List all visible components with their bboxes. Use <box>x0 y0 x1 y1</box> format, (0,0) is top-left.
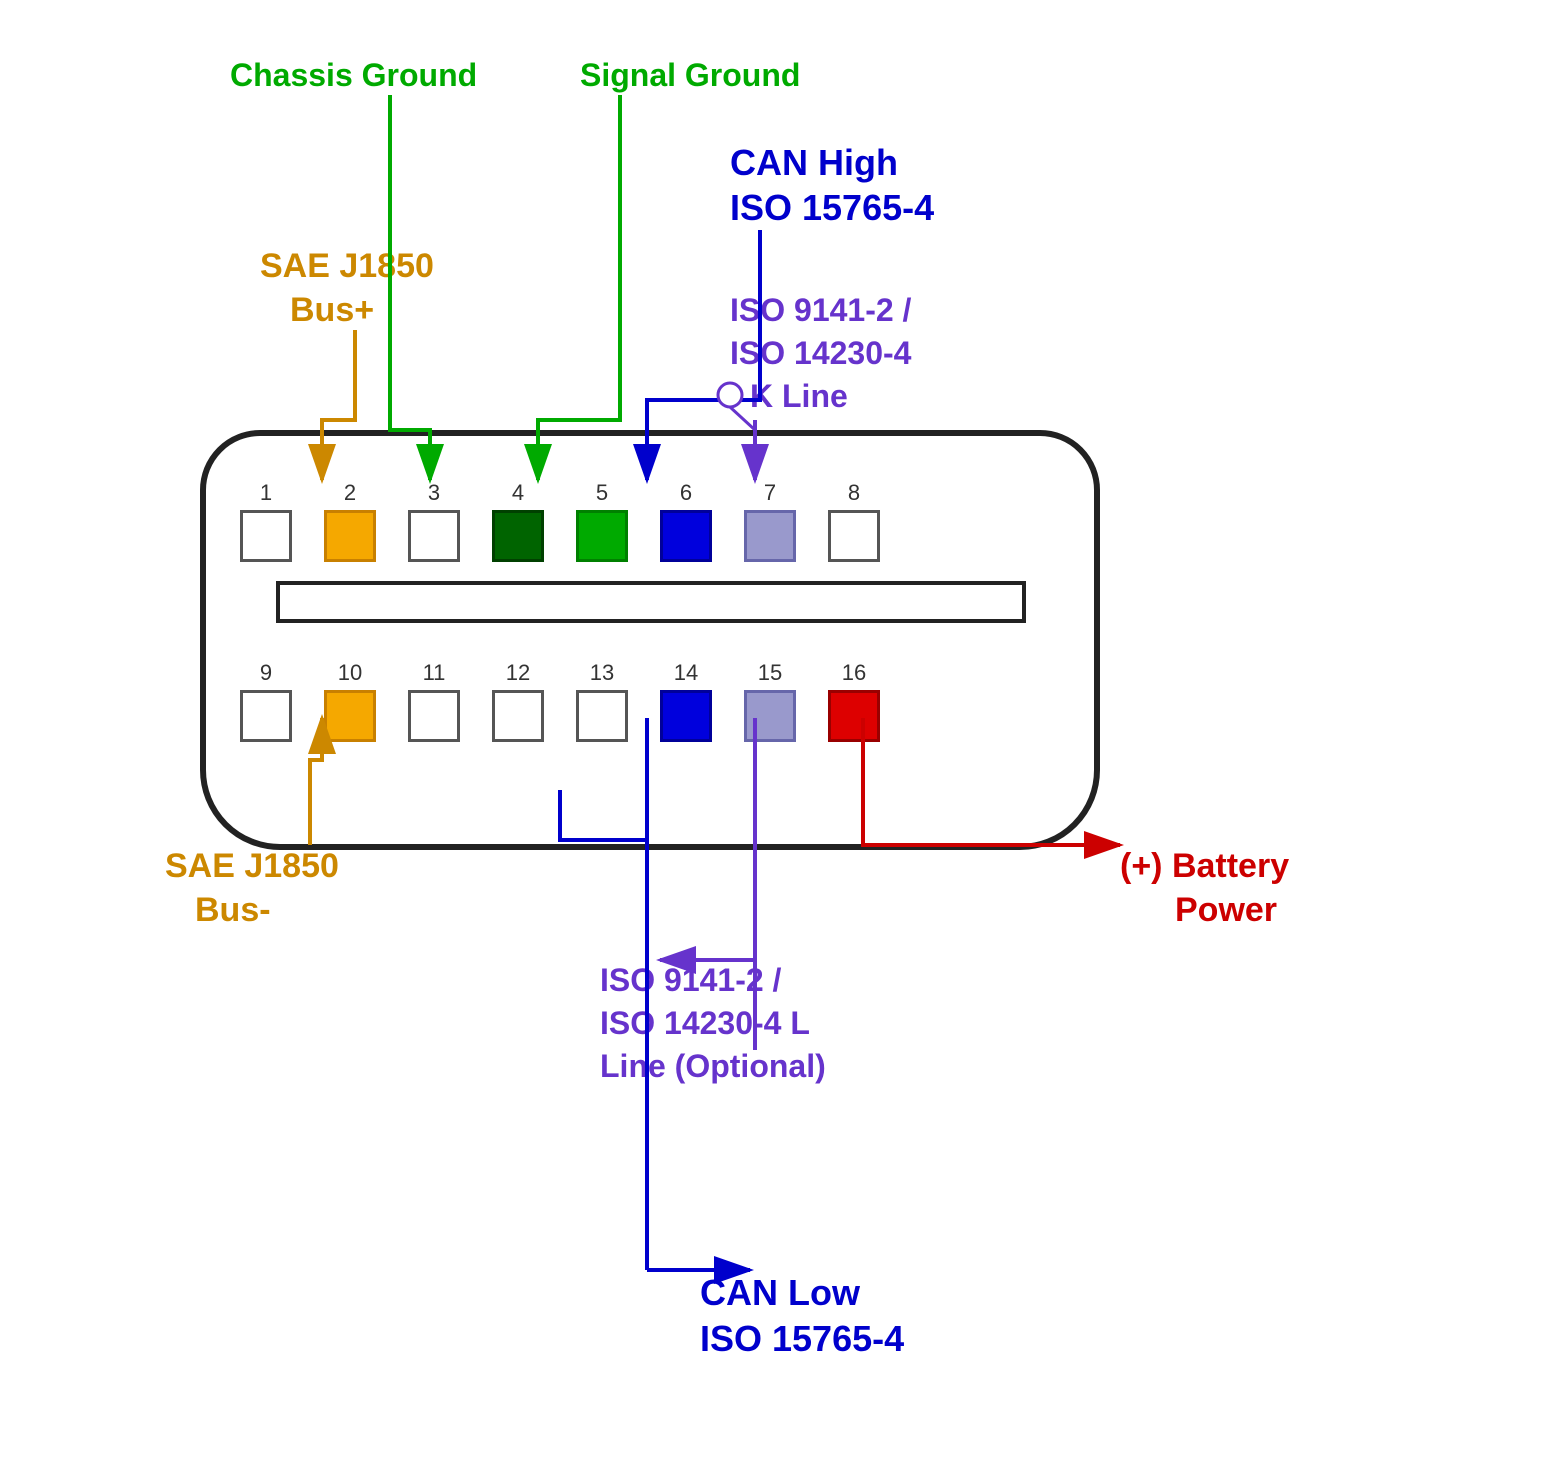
can-high-label: CAN High <box>730 140 898 185</box>
iso-kline-label3: K Line <box>750 376 848 416</box>
pin-9-box <box>240 690 292 742</box>
pin-11-number: 11 <box>423 660 446 686</box>
pin-2-box <box>324 510 376 562</box>
pin-14-number: 14 <box>674 660 698 686</box>
top-pin-row: 1 2 3 4 5 6 7 8 <box>240 480 880 562</box>
sae-j1850-busplus-label1: SAE J1850 <box>260 245 434 288</box>
pin-13-group: 13 <box>576 660 628 742</box>
iso-lline-label2: ISO 14230-4 L <box>600 1003 810 1043</box>
pin-4-box <box>492 510 544 562</box>
pin-14-group: 14 <box>660 660 712 742</box>
signal-ground-label: Signal Ground <box>580 55 800 95</box>
pin-6-box <box>660 510 712 562</box>
pin-10-box <box>324 690 376 742</box>
pin-13-box <box>576 690 628 742</box>
battery-power-label2: Power <box>1175 889 1277 932</box>
pin-1-box <box>240 510 292 562</box>
pin-5-group: 5 <box>576 480 628 562</box>
pin-10-number: 10 <box>338 660 362 686</box>
iso-lline-label1: ISO 9141-2 / <box>600 960 781 1000</box>
pin-8-group: 8 <box>828 480 880 562</box>
pin-9-number: 9 <box>260 660 272 686</box>
pin-9-group: 9 <box>240 660 292 742</box>
pin-3-number: 3 <box>428 480 440 506</box>
pin-15-number: 15 <box>758 660 782 686</box>
sae-j1850-busminus-label2: Bus- <box>195 889 271 932</box>
pin-6-number: 6 <box>680 480 692 506</box>
pin-4-number: 4 <box>512 480 524 506</box>
pin-11-box <box>408 690 460 742</box>
bottom-pin-row: 9 10 11 12 13 14 15 16 <box>240 660 880 742</box>
pin-3-box <box>408 510 460 562</box>
pin-7-box <box>744 510 796 562</box>
can-high-iso-label: ISO 15765-4 <box>730 185 934 230</box>
connector-middle-bar <box>276 581 1026 623</box>
pin-1-number: 1 <box>260 480 272 506</box>
chassis-ground-label: Chassis Ground <box>230 55 477 95</box>
pin-16-number: 16 <box>842 660 866 686</box>
pin-8-number: 8 <box>848 480 860 506</box>
pin-4-group: 4 <box>492 480 544 562</box>
iso-kline-label2: ISO 14230-4 <box>730 333 911 373</box>
sae-j1850-busminus-label1: SAE J1850 <box>165 845 339 888</box>
can-low-iso-label: ISO 15765-4 <box>700 1316 904 1361</box>
can-low-label: CAN Low <box>700 1270 860 1315</box>
pin-3-group: 3 <box>408 480 460 562</box>
pin-12-number: 12 <box>506 660 530 686</box>
pin-12-group: 12 <box>492 660 544 742</box>
diagram-container: Chassis Ground Signal Ground CAN High IS… <box>0 0 1559 1458</box>
pin-11-group: 11 <box>408 660 460 742</box>
pin-1-group: 1 <box>240 480 292 562</box>
battery-power-label1: (+) Battery <box>1120 845 1289 888</box>
pin-5-box <box>576 510 628 562</box>
pin-14-box <box>660 690 712 742</box>
sae-j1850-busplus-label2: Bus+ <box>290 289 374 332</box>
pin-7-number: 7 <box>764 480 776 506</box>
pin-5-number: 5 <box>596 480 608 506</box>
iso-kline-label1: ISO 9141-2 / <box>730 290 911 330</box>
pin-2-number: 2 <box>344 480 356 506</box>
pin-15-box <box>744 690 796 742</box>
pin-2-group: 2 <box>324 480 376 562</box>
pin-13-number: 13 <box>590 660 614 686</box>
pin-10-group: 10 <box>324 660 376 742</box>
iso-lline-label3: Line (Optional) <box>600 1046 826 1086</box>
pin-15-group: 15 <box>744 660 796 742</box>
pin-12-box <box>492 690 544 742</box>
pin-16-box <box>828 690 880 742</box>
pin-6-group: 6 <box>660 480 712 562</box>
pin-16-group: 16 <box>828 660 880 742</box>
pin-7-group: 7 <box>744 480 796 562</box>
pin-8-box <box>828 510 880 562</box>
